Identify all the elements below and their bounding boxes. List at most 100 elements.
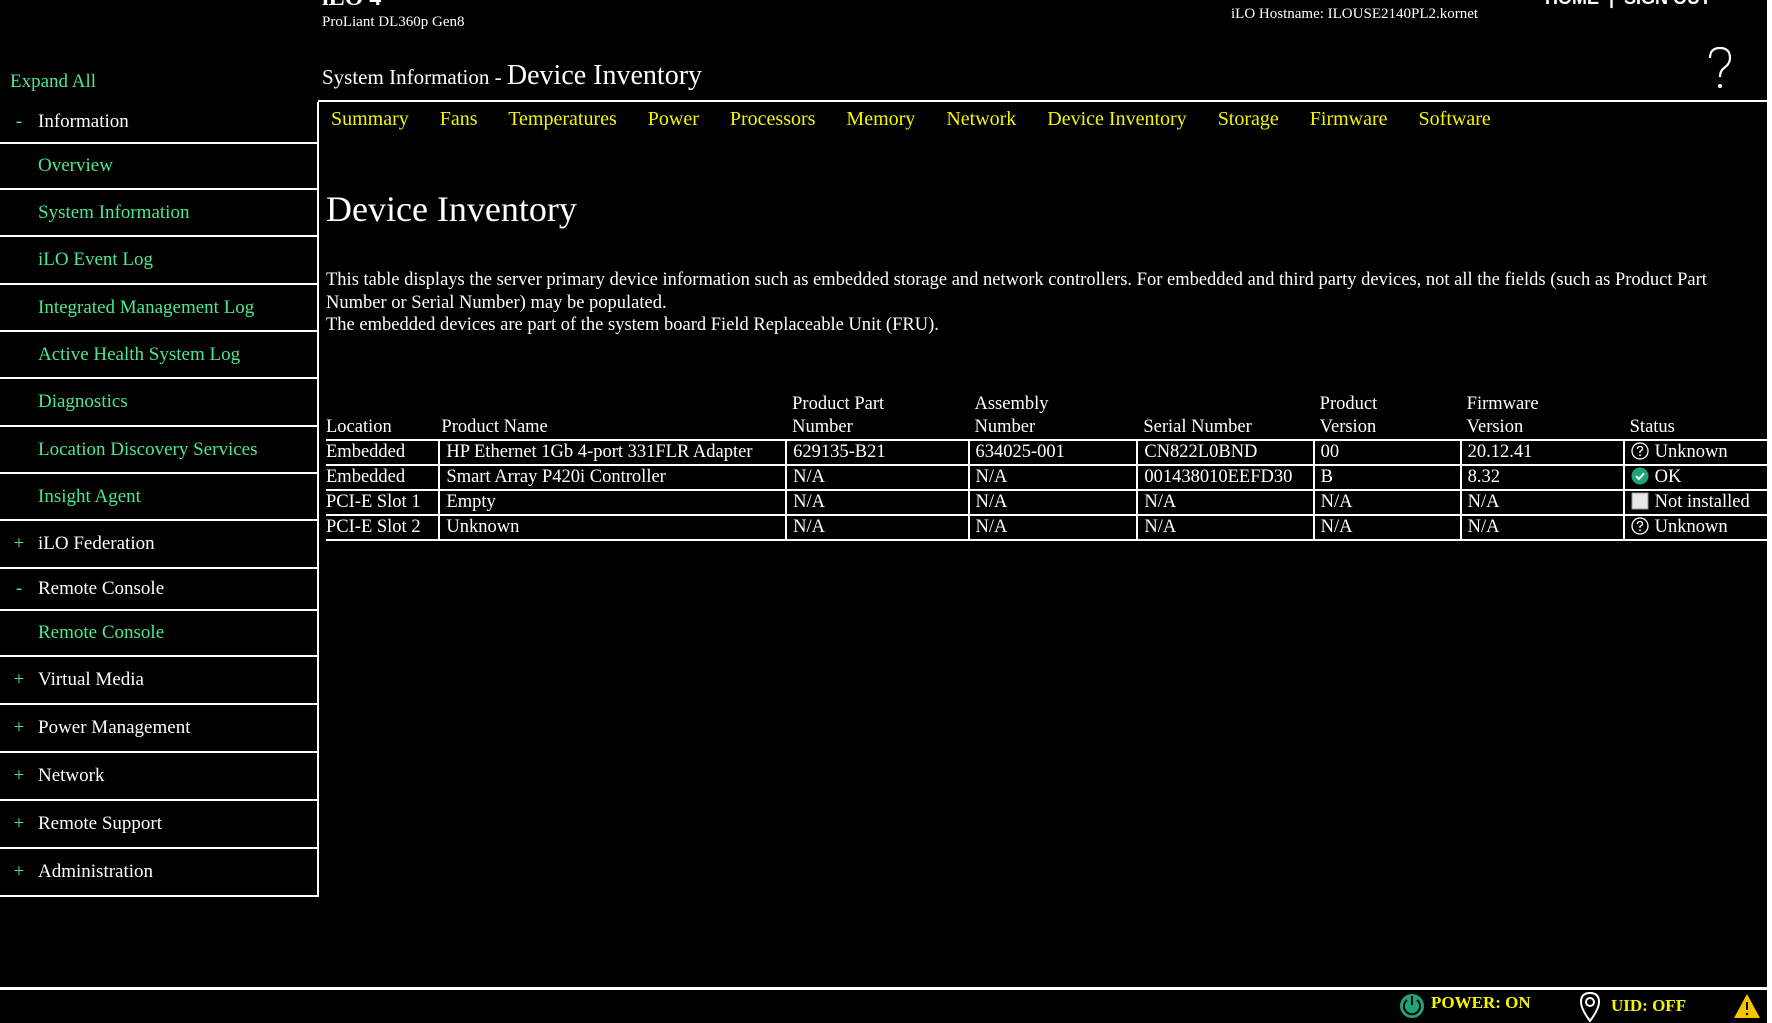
- col-product-part-number: Product Part Number: [786, 393, 969, 441]
- expand-sign: +: [13, 861, 25, 882]
- sidebar-group-label: Power Management: [38, 717, 191, 738]
- sidebar-item-system-information[interactable]: System Information: [0, 190, 317, 237]
- sidebar-group-label: Administration: [38, 861, 154, 882]
- question-circle-icon: [1630, 517, 1649, 535]
- tab-temperatures[interactable]: Temperatures: [508, 108, 617, 130]
- tab-firmware[interactable]: Firmware: [1310, 108, 1388, 130]
- col-serial-number: Serial Number: [1137, 393, 1314, 441]
- expand-sign: +: [13, 669, 25, 690]
- sidebar-group-label: iLO Federation: [38, 533, 155, 554]
- cell-version: N/A: [1312, 489, 1462, 516]
- col-header-line: Number: [974, 417, 1036, 437]
- table-header-row: Location Product Name Product Part Number…: [326, 393, 1771, 441]
- expand-sign: +: [13, 765, 25, 786]
- uid-status[interactable]: UID: OFF: [1611, 996, 1686, 1016]
- cell-firmware: N/A: [1459, 489, 1625, 516]
- cell-location: Embedded: [326, 439, 441, 466]
- tab-processors[interactable]: Processors: [730, 108, 816, 130]
- question-mark-icon[interactable]: [1700, 44, 1740, 96]
- cell-location: PCI-E Slot 2: [326, 514, 441, 541]
- tab-fans[interactable]: Fans: [440, 108, 478, 130]
- uid-pin-icon[interactable]: [1579, 991, 1601, 1023]
- sidebar-group-label: Information: [38, 111, 129, 132]
- status-text: Unknown: [1654, 517, 1728, 537]
- sidebar-item-diagnostics[interactable]: Diagnostics: [0, 379, 317, 427]
- sidebar-group-information[interactable]: - Information: [0, 102, 317, 144]
- cell-firmware: N/A: [1459, 514, 1625, 541]
- cell-serial: N/A: [1136, 514, 1315, 541]
- page-section: System Information -: [322, 65, 507, 89]
- col-product-name: Product Name: [439, 393, 787, 441]
- table-row: PCI-E Slot 2 Unknown N/A N/A N/A N/A N/A…: [326, 514, 1772, 541]
- tab-summary[interactable]: Summary: [331, 108, 409, 130]
- expand-sign: +: [13, 813, 25, 834]
- power-icon[interactable]: [1397, 990, 1427, 1020]
- sidebar-item-location-discovery-services[interactable]: Location Discovery Services: [0, 427, 317, 474]
- warning-triangle-icon[interactable]: [1733, 993, 1761, 1019]
- sidebar-group-remote-console[interactable]: - Remote Console: [0, 569, 317, 611]
- sidebar-item-integrated-management-log[interactable]: Integrated Management Log: [0, 285, 317, 332]
- sidebar-group-power-management[interactable]: + Power Management: [0, 705, 317, 753]
- content-title: Device Inventory: [326, 189, 577, 229]
- sidebar-item-insight-agent[interactable]: Insight Agent: [0, 474, 317, 521]
- cell-location: PCI-E Slot 1: [326, 489, 441, 516]
- page-title: Device Inventory: [506, 60, 703, 91]
- description-line-1: This table displays the server primary d…: [326, 270, 1707, 313]
- sign-out-link[interactable]: SIGN OUT: [1624, 0, 1711, 8]
- question-circle-icon: [1630, 442, 1649, 460]
- col-product-version: Product Version: [1313, 393, 1461, 441]
- expand-sign: +: [13, 533, 25, 554]
- sidebar-group-virtual-media[interactable]: + Virtual Media: [0, 657, 317, 705]
- status-text: Not installed: [1654, 492, 1750, 512]
- cell-version: N/A: [1312, 514, 1462, 541]
- cell-firmware: 20.12.41: [1459, 439, 1625, 466]
- sidebar-item-ilo-event-log[interactable]: iLO Event Log: [0, 237, 317, 285]
- expand-all-link[interactable]: Expand All: [10, 71, 96, 93]
- sidebar-group-label: Remote Console: [38, 578, 165, 599]
- server-model: ProLiant DL360p Gen8: [322, 14, 465, 30]
- cell-serial: CN822L0BND: [1136, 439, 1315, 466]
- tab-software[interactable]: Software: [1419, 108, 1491, 130]
- sidebar-item-remote-console[interactable]: Remote Console: [0, 611, 317, 657]
- cell-serial: N/A: [1136, 489, 1315, 516]
- tab-bar: Summary Fans Temperatures Power Processo…: [331, 108, 1491, 131]
- cell-assembly: N/A: [967, 464, 1139, 491]
- home-link[interactable]: HOME: [1545, 0, 1599, 8]
- cell-part: N/A: [785, 489, 970, 516]
- cell-serial: 001438010EEFD30: [1136, 464, 1315, 491]
- cell-version: 00: [1312, 439, 1462, 466]
- cell-version: B: [1312, 464, 1462, 491]
- collapse-sign: -: [15, 111, 23, 132]
- table-row: Embedded HP Ethernet 1Gb 4-port 331FLR A…: [326, 439, 1772, 466]
- sidebar-group-label: Network: [38, 765, 105, 786]
- sidebar-group-network[interactable]: + Network: [0, 753, 317, 801]
- tab-storage[interactable]: Storage: [1218, 108, 1279, 130]
- cell-status: Unknown: [1622, 514, 1772, 541]
- sidebar-group-administration[interactable]: + Administration: [0, 849, 317, 897]
- ilo-hostname: iLO Hostname: ILOUSE2140PL2.kornet: [1231, 6, 1479, 22]
- tab-power[interactable]: Power: [648, 108, 699, 130]
- table-row: Embedded Smart Array P420i Controller N/…: [326, 464, 1772, 491]
- tab-device-inventory[interactable]: Device Inventory: [1047, 108, 1186, 130]
- footer-divider: [0, 987, 1767, 990]
- expand-sign: +: [13, 717, 25, 738]
- col-header-line: Number: [792, 417, 853, 437]
- tab-memory[interactable]: Memory: [846, 108, 915, 130]
- power-status[interactable]: POWER: ON: [1431, 993, 1531, 1013]
- sidebar-group-ilo-federation[interactable]: + iLO Federation: [0, 521, 317, 569]
- cell-product-name: Unknown: [438, 514, 788, 541]
- top-links: HOME | SIGN OUT: [1545, 0, 1711, 9]
- col-assembly-number: Assembly Number: [968, 393, 1138, 441]
- description: This table displays the server primary d…: [326, 269, 1746, 337]
- sidebar-item-overview[interactable]: Overview: [0, 144, 317, 190]
- cell-product-name: Smart Array P420i Controller: [438, 464, 788, 491]
- collapse-sign: -: [15, 578, 23, 599]
- col-header-line: Version: [1319, 417, 1377, 437]
- sidebar-group-remote-support[interactable]: + Remote Support: [0, 801, 317, 849]
- tab-network[interactable]: Network: [946, 108, 1016, 130]
- page-heading: System Information - Device Inventory: [322, 60, 702, 92]
- cell-assembly: 634025-001: [967, 439, 1139, 466]
- cell-product-name: HP Ethernet 1Gb 4-port 331FLR Adapter: [438, 439, 788, 466]
- table-row: PCI-E Slot 1 Empty N/A N/A N/A N/A N/A N…: [326, 489, 1772, 516]
- sidebar-item-active-health-system-log[interactable]: Active Health System Log: [0, 332, 317, 379]
